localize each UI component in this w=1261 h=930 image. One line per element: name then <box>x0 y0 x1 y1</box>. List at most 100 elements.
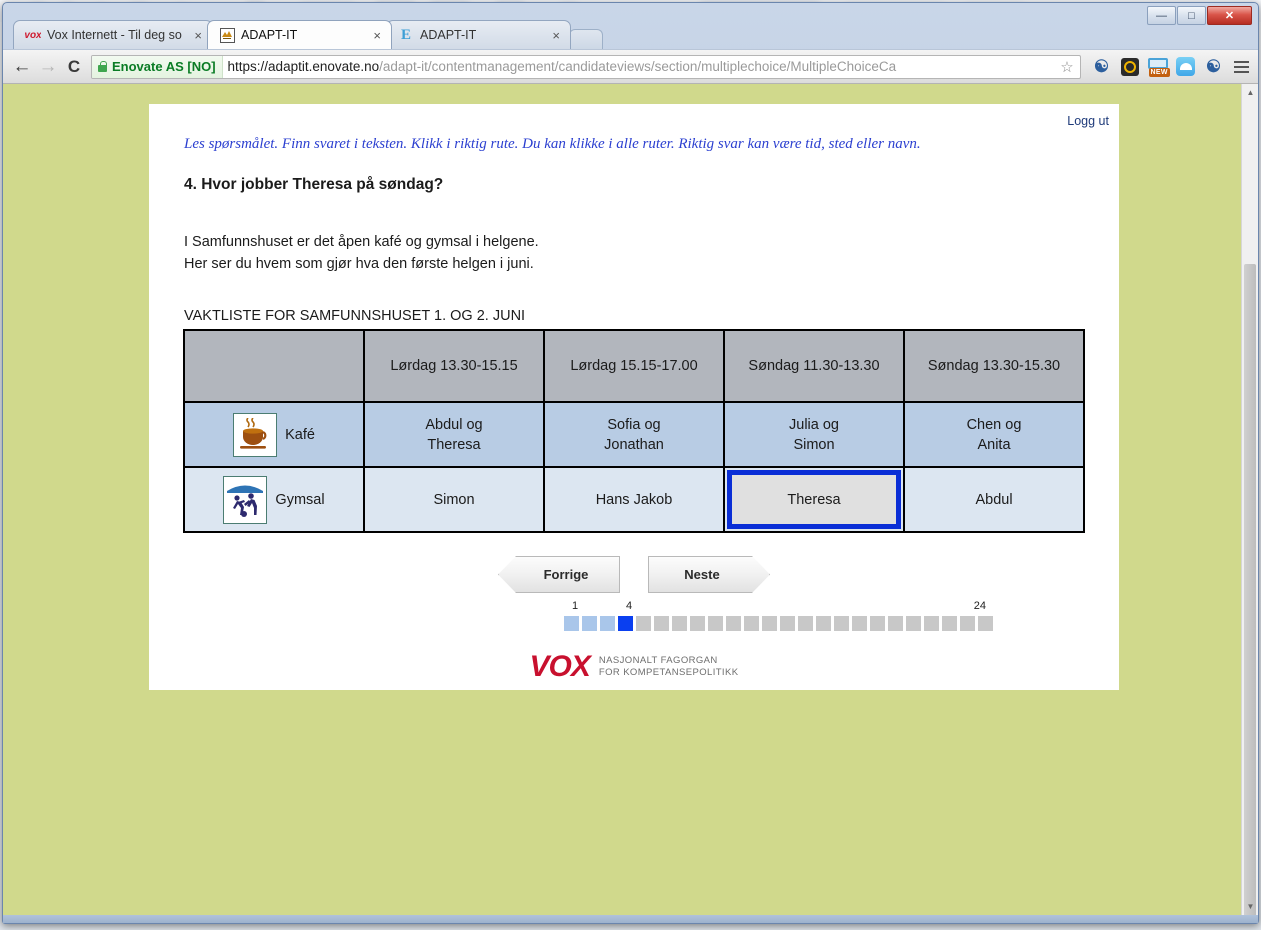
cell-line-2: Anita <box>977 436 1011 453</box>
progress-step-1[interactable] <box>564 616 579 631</box>
passage-text: I Samfunnshuset er det åpen kafé og gyms… <box>184 231 539 275</box>
cell-line-1: Theresa <box>787 491 841 508</box>
cloud-icon[interactable] <box>1175 56 1196 77</box>
scrollbar-thumb[interactable] <box>1244 264 1256 915</box>
cell-line-1: Abdul og <box>425 416 483 433</box>
progress-step-8[interactable] <box>690 616 705 631</box>
progress-step-19[interactable] <box>888 616 903 631</box>
cell-gymsal-sunday-1-selected[interactable]: Theresa <box>723 466 905 533</box>
cell-gymsal-saturday-1[interactable]: Simon <box>363 466 545 533</box>
minimize-button[interactable]: — <box>1147 6 1176 25</box>
url-path: /adapt-it/contentmanagement/candidatevie… <box>379 59 897 74</box>
adapt-icon <box>219 27 235 43</box>
progress-step-17[interactable] <box>852 616 867 631</box>
cell-gymsal-saturday-2[interactable]: Hans Jakob <box>543 466 725 533</box>
tab-adapt-it-active[interactable]: ADAPT-IT × <box>207 20 392 49</box>
progress-step-22[interactable] <box>942 616 957 631</box>
progress-step-11[interactable] <box>744 616 759 631</box>
cell-kafe-saturday-2[interactable]: Sofia og Jonathan <box>543 401 725 468</box>
window-controls: — □ ✕ <box>1147 6 1252 25</box>
progress-step-24[interactable] <box>978 616 993 631</box>
new-badge-icon[interactable]: NEW <box>1147 56 1170 77</box>
page-content-area: Logg ut Les spørsmålet. Finn svaret i te… <box>3 84 1241 915</box>
progress-step-15[interactable] <box>816 616 831 631</box>
cell-line-1: Abdul <box>975 491 1013 508</box>
scroll-up-arrow-icon[interactable]: ▲ <box>1242 84 1258 101</box>
page-viewport: Logg ut Les spørsmålet. Finn svaret i te… <box>3 84 1258 915</box>
cell-gymsal-sunday-2[interactable]: Abdul <box>903 466 1085 533</box>
progress-step-23[interactable] <box>960 616 975 631</box>
header-cell-sunday-2: Søndag 13.30-15.30 <box>903 329 1085 403</box>
e-icon: E <box>400 27 411 43</box>
tab-vox-internett[interactable]: vox Vox Internett - Til deg som × <box>13 20 213 49</box>
tab-close-icon[interactable]: × <box>550 29 562 42</box>
antivirus-icon[interactable] <box>1119 56 1140 77</box>
row-label-text: Kafé <box>285 426 315 443</box>
person-icon[interactable]: ☯ <box>1203 56 1224 77</box>
security-label: Enovate AS [NO] <box>112 59 216 74</box>
instruction-text: Les spørsmålet. Finn svaret i teksten. K… <box>184 136 921 152</box>
tab-adapt-it-secondary[interactable]: E ADAPT-IT × <box>386 20 571 49</box>
cell-kafe-sunday-1[interactable]: Julia og Simon <box>723 401 905 468</box>
hamburger-menu-icon[interactable] <box>1231 59 1252 75</box>
maximize-button[interactable]: □ <box>1177 6 1206 25</box>
progress-step-14[interactable] <box>798 616 813 631</box>
progress-step-18[interactable] <box>870 616 885 631</box>
previous-button[interactable]: Forrige <box>498 556 620 593</box>
scroll-down-arrow-icon[interactable]: ▼ <box>1242 898 1258 915</box>
person-icon[interactable]: ☯ <box>1091 56 1112 77</box>
progress-step-4[interactable] <box>618 616 633 631</box>
logout-link[interactable]: Logg ut <box>1067 114 1109 128</box>
progress-step-7[interactable] <box>672 616 687 631</box>
question-text: 4. Hvor jobber Theresa på søndag? <box>184 176 444 193</box>
security-badge: Enovate AS [NO] <box>92 55 223 78</box>
header-cell-saturday-2: Lørdag 15.15-17.00 <box>543 329 725 403</box>
cell-line-1: Sofia og <box>607 416 661 433</box>
vox-tagline-line-1: NASJONALT FAGORGAN <box>598 655 718 666</box>
vox-wordmark: VOX <box>529 650 591 683</box>
duty-roster-table: Lørdag 13.30-15.15 Lørdag 15.15-17.00 Sø… <box>183 329 1085 533</box>
progress-step-20[interactable] <box>906 616 921 631</box>
table-title: VAKTLISTE FOR SAMFUNNSHUSET 1. OG 2. JUN… <box>184 308 526 324</box>
cell-line-2: Theresa <box>427 436 481 453</box>
cell-line-1: Chen og <box>966 416 1022 433</box>
forward-button[interactable]: → <box>35 54 61 80</box>
page-scrollbar[interactable]: ▲ ▼ <box>1241 84 1258 915</box>
bookmark-star-icon[interactable]: ☆ <box>1056 58 1078 76</box>
url-host: https://adaptit.enovate.no <box>227 59 380 74</box>
progress-step-5[interactable] <box>636 616 651 631</box>
tab-close-icon[interactable]: × <box>192 29 204 42</box>
progress-step-16[interactable] <box>834 616 849 631</box>
cell-line-1: Hans Jakob <box>595 491 673 508</box>
header-cell-saturday-1: Lørdag 13.30-15.15 <box>363 329 545 403</box>
passage-line-2: Her ser du hvem som gjør hva den første … <box>184 256 534 272</box>
progress-step-6[interactable] <box>654 616 669 631</box>
progress-end-label: 24 <box>973 600 986 612</box>
reload-button[interactable]: C <box>61 54 87 80</box>
adapt-glyph-icon <box>222 31 232 39</box>
cell-kafe-saturday-1[interactable]: Abdul og Theresa <box>363 401 545 468</box>
coffee-cup-icon <box>233 412 278 457</box>
cell-line-1: Julia og <box>789 416 839 433</box>
progress-step-9[interactable] <box>708 616 723 631</box>
table-row-gymsal: Gymsal Simon Hans Jakob Theresa Abdul <box>183 466 1085 533</box>
passage-line-1: I Samfunnshuset er det åpen kafé og gyms… <box>184 234 539 250</box>
address-bar[interactable]: Enovate AS [NO] https://adaptit.enovate.… <box>91 54 1081 79</box>
progress-step-12[interactable] <box>762 616 777 631</box>
table-row-kafe: Kafé Abdul og Theresa Sofia og Jonathan … <box>183 401 1085 468</box>
progress-step-3[interactable] <box>600 616 615 631</box>
navigation-buttons: Forrige Neste <box>149 556 1119 593</box>
next-button[interactable]: Neste <box>648 556 770 593</box>
progress-step-2[interactable] <box>582 616 597 631</box>
new-tab-button[interactable] <box>569 29 603 49</box>
back-button[interactable]: ← <box>9 54 35 80</box>
progress-indicator <box>564 616 993 631</box>
progress-step-10[interactable] <box>726 616 741 631</box>
cell-kafe-sunday-2[interactable]: Chen og Anita <box>903 401 1085 468</box>
tab-title: Vox Internett - Til deg som <box>47 28 183 42</box>
progress-step-21[interactable] <box>924 616 939 631</box>
tab-title: ADAPT-IT <box>420 28 477 42</box>
close-window-button[interactable]: ✕ <box>1207 6 1252 25</box>
tab-close-icon[interactable]: × <box>371 29 383 42</box>
progress-step-13[interactable] <box>780 616 795 631</box>
